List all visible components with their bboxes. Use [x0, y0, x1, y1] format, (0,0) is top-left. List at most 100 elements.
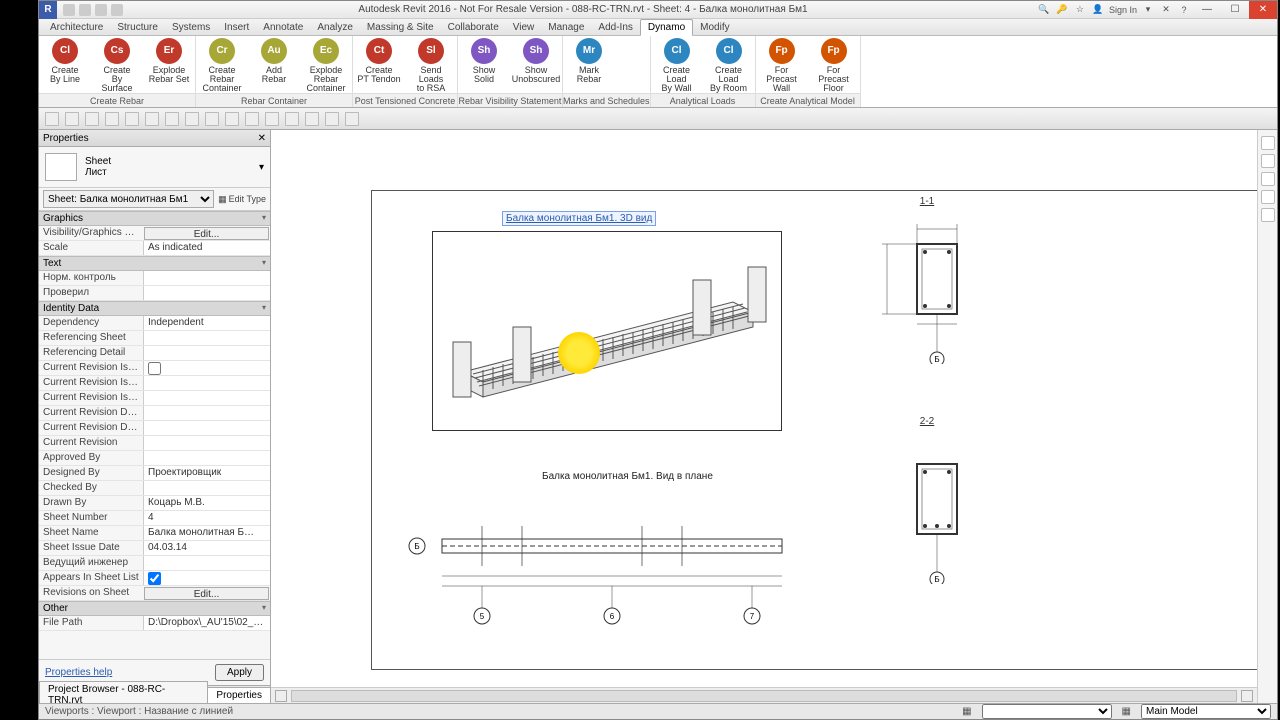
viewport-plan[interactable]: 5 6 7 Б	[392, 491, 812, 621]
props-value[interactable]: 04.03.14	[143, 541, 270, 555]
star-icon[interactable]: ☆	[1073, 4, 1087, 16]
props-section-identity-data[interactable]: Identity Data	[39, 301, 270, 316]
nav-wheel-icon[interactable]	[1261, 154, 1275, 168]
view-3d-title[interactable]: Балка монолитная Бм1. 3D вид	[502, 211, 656, 226]
props-row[interactable]: Current Revision Date	[39, 406, 270, 421]
tab-project-browser[interactable]: Project Browser - 088-RC-TRN.rvt	[39, 681, 208, 703]
props-row[interactable]: Visibility/Graphics Ove…Edit...	[39, 226, 270, 241]
props-row[interactable]: Проверил	[39, 286, 270, 301]
canvas-hscroll[interactable]	[271, 687, 1257, 703]
props-value[interactable]	[143, 421, 270, 435]
drawing-canvas[interactable]: Балка монолитная Бм1. 3D вид	[271, 130, 1277, 703]
props-row[interactable]: Current Revision Descr…	[39, 421, 270, 436]
apply-button[interactable]: Apply	[215, 664, 264, 681]
props-row[interactable]: DependencyIndependent	[39, 316, 270, 331]
ribbon-btn-show-unobscured[interactable]: ShShowUnobscured	[510, 38, 562, 84]
props-row[interactable]: Appears In Sheet List	[39, 571, 270, 586]
qat-undo-icon[interactable]	[95, 4, 107, 16]
props-row[interactable]: Sheet Number4	[39, 511, 270, 526]
props-row[interactable]: ScaleAs indicated	[39, 241, 270, 256]
props-value[interactable]	[143, 286, 270, 300]
viewport-section-2-2[interactable]: 2-2 Б	[862, 416, 992, 586]
workset-selector[interactable]	[982, 704, 1112, 719]
type-dropdown-icon[interactable]: ▾	[259, 162, 264, 173]
design-option-selector[interactable]: Main Model	[1141, 704, 1271, 719]
ribbon-btn-mark-rebar-[interactable]: MrMark Rebar	[563, 38, 615, 84]
ribbon-btn-create-load-by-wall[interactable]: ClCreate LoadBy Wall	[651, 38, 703, 93]
revit-logo[interactable]: R	[39, 1, 57, 19]
props-row[interactable]: Sheet Issue Date04.03.14	[39, 541, 270, 556]
properties-close-icon[interactable]: ✕	[258, 133, 266, 144]
home-icon[interactable]	[1261, 136, 1275, 150]
menu-tab-systems[interactable]: Systems	[165, 20, 217, 35]
maximize-button[interactable]: ☐	[1221, 1, 1249, 19]
close-button[interactable]: ✕	[1249, 1, 1277, 19]
props-value[interactable]: Коцарь М.В.	[143, 496, 270, 510]
properties-help-link[interactable]: Properties help	[45, 667, 112, 678]
text-icon[interactable]	[205, 112, 219, 126]
props-row[interactable]: Approved By	[39, 451, 270, 466]
ribbon-btn-for-precast-wall[interactable]: FpForPrecast Wall	[756, 38, 808, 93]
props-row[interactable]: Referencing Detail	[39, 346, 270, 361]
align-icon[interactable]	[165, 112, 179, 126]
props-row[interactable]: Designed ByПроектировщик	[39, 466, 270, 481]
ribbon-btn-explode-rebar-set[interactable]: ErExplodeRebar Set	[143, 38, 195, 84]
menu-tab-manage[interactable]: Manage	[541, 20, 591, 35]
redo-icon[interactable]	[125, 112, 139, 126]
ribbon-btn-show-solid[interactable]: ShShowSolid	[458, 38, 510, 84]
measure-icon[interactable]	[145, 112, 159, 126]
ribbon-btn-send-loads-to-rsa[interactable]: SlSend Loadsto RSA	[405, 38, 457, 93]
props-value[interactable]: As indicated	[143, 241, 270, 255]
qat-open-icon[interactable]	[63, 4, 75, 16]
props-value[interactable]: D:\Dropbox\_AU'15\02_…	[143, 616, 270, 630]
hscroll-left-icon[interactable]	[275, 690, 287, 702]
qat-save-icon[interactable]	[79, 4, 91, 16]
undo-icon[interactable]	[105, 112, 119, 126]
dropdown-icon[interactable]: ▾	[1141, 4, 1155, 16]
props-value[interactable]	[143, 331, 270, 345]
search-icon[interactable]: 🔍	[1037, 4, 1051, 16]
switch-windows-icon[interactable]	[305, 112, 319, 126]
menu-tab-massing-site[interactable]: Massing & Site	[360, 20, 441, 35]
orbit-icon[interactable]	[1261, 208, 1275, 222]
props-row[interactable]: Норм. контроль	[39, 271, 270, 286]
menu-tab-structure[interactable]: Structure	[110, 20, 165, 35]
props-row[interactable]: Current Revision Issue…	[39, 376, 270, 391]
ribbon-btn-create-by-surface[interactable]: CsCreateBy Surface	[91, 38, 143, 93]
ribbon-btn-create-by-line[interactable]: ClCreateBy Line	[39, 38, 91, 84]
menu-tab-add-ins[interactable]: Add-Ins	[591, 20, 639, 35]
props-row[interactable]: Current Revision Issue…	[39, 391, 270, 406]
save-icon[interactable]	[65, 112, 79, 126]
viewport-3d[interactable]	[432, 231, 782, 431]
props-value[interactable]	[143, 346, 270, 360]
props-row[interactable]: File PathD:\Dropbox\_AU'15\02_…	[39, 616, 270, 631]
dynamo-icon[interactable]	[345, 112, 359, 126]
macro-icon[interactable]	[325, 112, 339, 126]
sync-icon[interactable]	[85, 112, 99, 126]
props-value[interactable]	[143, 361, 270, 375]
instance-selector[interactable]: Sheet: Балка монолитная Бм1	[43, 190, 214, 208]
pan-icon[interactable]	[1261, 172, 1275, 186]
type-selector[interactable]: Sheet Лист ▾	[39, 147, 270, 188]
zoom-icon[interactable]	[1261, 190, 1275, 204]
user-icon[interactable]: 👤	[1091, 4, 1105, 16]
menu-tab-view[interactable]: View	[506, 20, 542, 35]
props-row[interactable]: Referencing Sheet	[39, 331, 270, 346]
hscroll-track[interactable]	[291, 690, 1237, 702]
props-value[interactable]: Балка монолитная Б…	[143, 526, 270, 540]
props-edit-button[interactable]: Edit...	[144, 587, 269, 600]
edit-type-button[interactable]: ▦ Edit Type	[218, 194, 266, 205]
props-value[interactable]	[143, 391, 270, 405]
props-value[interactable]: 4	[143, 511, 270, 525]
ribbon-btn-for-precast-floor[interactable]: FpForPrecast Floor	[808, 38, 860, 93]
menu-tab-annotate[interactable]: Annotate	[256, 20, 310, 35]
ribbon-btn-add-rebar[interactable]: AuAddRebar	[248, 38, 300, 84]
props-value[interactable]	[143, 481, 270, 495]
viewport-section-1-1[interactable]: 1-1	[862, 196, 992, 366]
menu-tab-insert[interactable]: Insert	[217, 20, 256, 35]
qat-redo-icon[interactable]	[111, 4, 123, 16]
props-checkbox[interactable]	[148, 362, 161, 375]
3d-icon[interactable]	[225, 112, 239, 126]
props-value[interactable]	[143, 376, 270, 390]
ribbon-btn-create-pt-tendon[interactable]: CtCreatePT Tendon	[353, 38, 405, 84]
